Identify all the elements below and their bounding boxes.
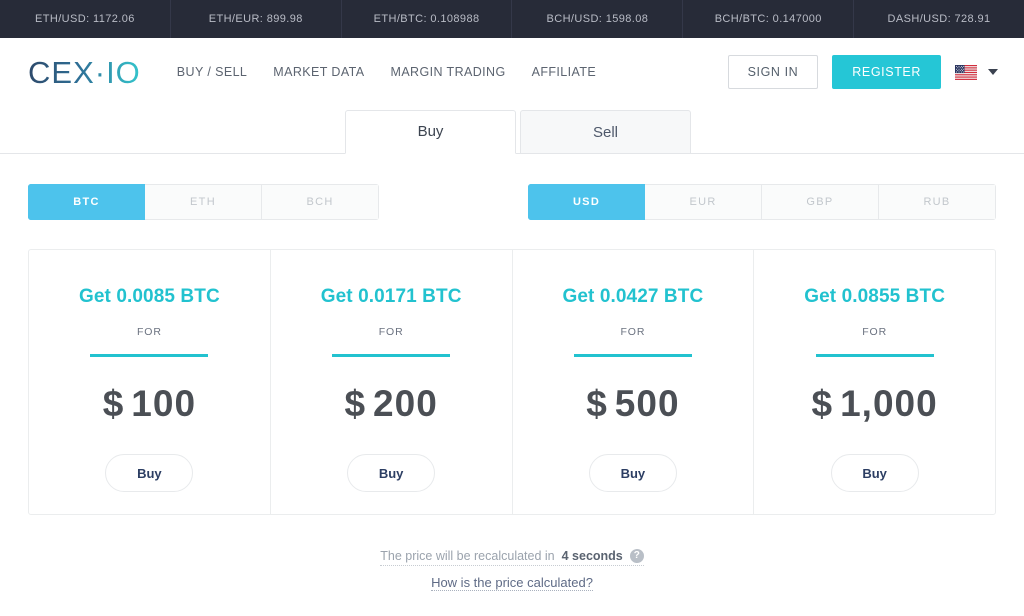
price-card: Get 0.0855 BTC FOR $1,000 Buy — [753, 250, 995, 514]
main-content: BTC ETH BCH USD EUR GBP RUB Get 0.0085 B… — [0, 184, 1024, 592]
nav-item-margin-trading[interactable]: MARGIN TRADING — [391, 65, 506, 79]
card-divider — [815, 354, 934, 357]
chevron-down-icon — [988, 69, 998, 75]
cexio-logo[interactable]: CEX·IO — [28, 57, 141, 88]
card-get-amount: Get 0.0171 BTC — [320, 286, 462, 307]
card-price: $500 — [523, 383, 744, 425]
price-cards: Get 0.0085 BTC FOR $100 Buy Get 0.0171 B… — [28, 249, 996, 515]
crypto-selector: BTC ETH BCH — [28, 184, 379, 220]
recalc-prefix: The price will be recalculated in — [380, 549, 555, 563]
fiat-option-gbp[interactable]: GBP — [762, 184, 879, 220]
register-button[interactable]: REGISTER — [832, 55, 941, 89]
tab-sell[interactable]: Sell — [520, 110, 691, 154]
tab-buy[interactable]: Buy — [345, 110, 516, 154]
price-card: Get 0.0427 BTC FOR $500 Buy — [511, 250, 754, 514]
fiat-selector: USD EUR GBP RUB — [528, 184, 996, 220]
nav-item-affiliate[interactable]: AFFILIATE — [532, 65, 597, 79]
card-buy-button[interactable]: Buy — [347, 454, 436, 492]
card-divider — [573, 354, 692, 357]
card-amount: 1,000 — [840, 383, 938, 424]
crypto-option-bch[interactable]: BCH — [262, 184, 379, 220]
ticker-item[interactable]: BCH/USD: 1598.08 — [511, 0, 682, 38]
card-for-label: FOR — [620, 326, 646, 338]
ticker-item[interactable]: ETH/BTC: 0.108988 — [340, 0, 512, 38]
ticker-item[interactable]: ETH/EUR: 899.98 — [169, 0, 341, 38]
header-actions: SIGN IN REGISTER — [727, 55, 998, 89]
price-footer: The price will be recalculated in 4 seco… — [28, 547, 996, 592]
card-price: $1,000 — [764, 383, 985, 425]
crypto-option-btc[interactable]: BTC — [28, 184, 145, 220]
how-price-calculated-link[interactable]: How is the price calculated? — [431, 575, 593, 591]
ticker-item[interactable]: ETH/USD: 1172.06 — [0, 0, 170, 38]
fiat-option-usd[interactable]: USD — [528, 184, 645, 220]
help-icon[interactable]: ? — [629, 549, 644, 563]
market-ticker-bar: ETH/USD: 1172.06 ETH/EUR: 899.98 ETH/BTC… — [0, 0, 1024, 38]
card-for-label: FOR — [136, 326, 162, 338]
recalculation-notice: The price will be recalculated in 4 seco… — [380, 549, 644, 566]
ticker-item[interactable]: DASH/USD: 728.91 — [853, 0, 1024, 38]
buy-sell-tabs: Buy Sell — [0, 106, 1024, 154]
card-buy-button[interactable]: Buy — [830, 454, 919, 492]
fiat-option-eur[interactable]: EUR — [645, 184, 762, 220]
card-divider — [332, 354, 451, 357]
sign-in-button[interactable]: SIGN IN — [727, 55, 819, 89]
currency-selectors: BTC ETH BCH USD EUR GBP RUB — [28, 184, 996, 220]
card-for-label: FOR — [378, 326, 404, 338]
card-currency-symbol: $ — [102, 383, 125, 424]
card-amount: 100 — [131, 383, 197, 424]
card-currency-symbol: $ — [344, 383, 367, 424]
nav-item-buy-sell[interactable]: BUY / SELL — [177, 65, 247, 79]
card-get-amount: Get 0.0855 BTC — [804, 286, 946, 307]
card-amount: 200 — [373, 383, 438, 424]
fiat-option-rub[interactable]: RUB — [879, 184, 996, 220]
site-header: CEX·IO BUY / SELL MARKET DATA MARGIN TRA… — [0, 38, 1024, 106]
card-get-amount: Get 0.0427 BTC — [562, 286, 704, 307]
card-price: $100 — [39, 383, 260, 425]
price-card: Get 0.0171 BTC FOR $200 Buy — [269, 250, 512, 514]
card-currency-symbol: $ — [586, 383, 608, 424]
card-amount: 500 — [614, 383, 680, 424]
crypto-option-eth[interactable]: ETH — [145, 184, 262, 220]
card-price: $200 — [281, 383, 502, 425]
card-for-label: FOR — [862, 326, 888, 338]
card-divider — [90, 354, 209, 357]
recalc-countdown: 4 seconds — [561, 549, 623, 563]
card-buy-button[interactable]: Buy — [588, 454, 677, 492]
language-selector[interactable] — [955, 64, 998, 80]
ticker-item[interactable]: BCH/BTC: 0.147000 — [682, 0, 853, 38]
nav-item-market-data[interactable]: MARKET DATA — [273, 65, 364, 79]
card-currency-symbol: $ — [811, 383, 834, 424]
card-buy-button[interactable]: Buy — [105, 454, 194, 492]
price-card: Get 0.0085 BTC FOR $100 Buy — [29, 250, 270, 514]
us-flag-icon — [955, 64, 977, 80]
main-navigation: BUY / SELL MARKET DATA MARGIN TRADING AF… — [177, 65, 596, 79]
card-get-amount: Get 0.0085 BTC — [78, 286, 220, 307]
